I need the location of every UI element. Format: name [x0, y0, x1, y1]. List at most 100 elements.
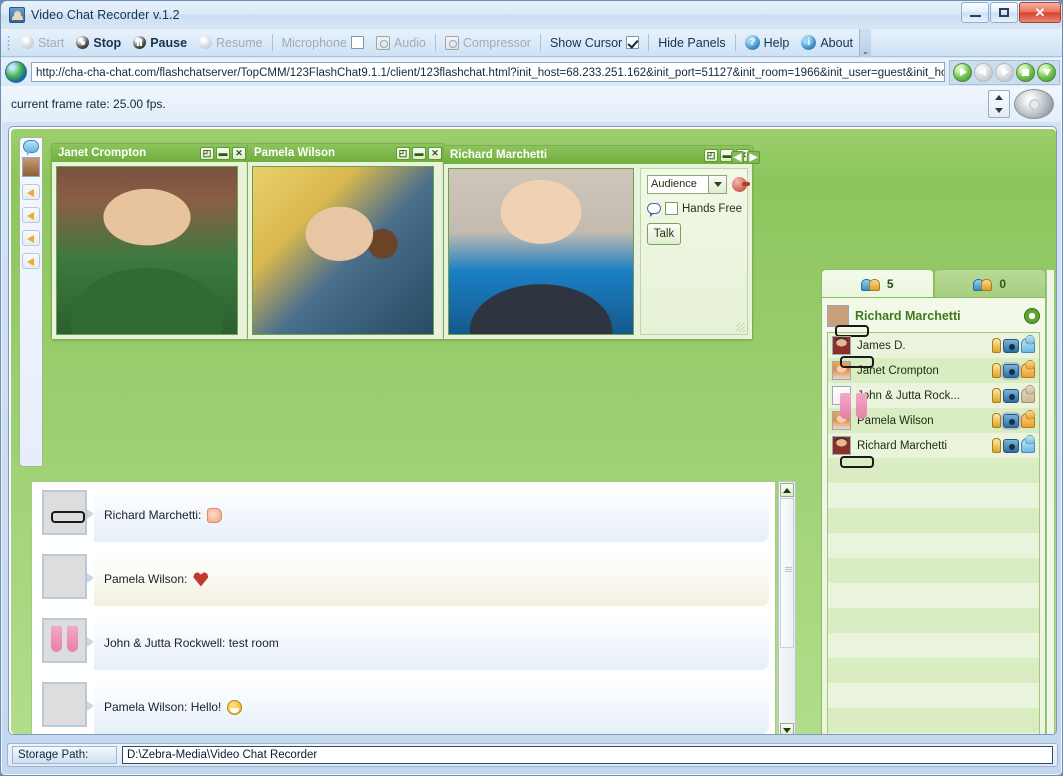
speaker-icon-1[interactable] — [22, 184, 40, 200]
scrollbar-thumb[interactable] — [780, 498, 794, 648]
user-avatar — [832, 436, 874, 468]
message-row: Pamela Wilson: — [32, 546, 775, 610]
microphone-icon[interactable] — [992, 438, 1001, 453]
user-list-item[interactable]: Richard Marchetti — [828, 433, 1039, 468]
compressor-button[interactable]: Compressor — [439, 32, 537, 54]
stepper-up-icon[interactable] — [995, 95, 1003, 100]
frame-rate-stepper[interactable] — [988, 90, 1010, 118]
chat-scrollbar[interactable] — [778, 481, 796, 734]
video-frame-3[interactable] — [448, 168, 634, 335]
close-button[interactable]: ✕ — [1019, 2, 1061, 23]
message-body: Pamela Wilson: — [94, 552, 769, 606]
lock-icon[interactable] — [732, 177, 750, 192]
app-right-scrollbar[interactable] — [1046, 269, 1055, 734]
video-feed-janet — [57, 167, 237, 334]
microphone-icon[interactable] — [992, 413, 1001, 428]
speaker-icon-4[interactable] — [22, 253, 40, 269]
mini-avatar[interactable] — [22, 157, 40, 177]
video-close-button[interactable]: ✕ — [232, 146, 246, 160]
resume-button[interactable]: Resume — [193, 32, 269, 54]
show-cursor-button[interactable]: Show Cursor — [544, 32, 645, 54]
speaker-icon-2[interactable] — [22, 207, 40, 223]
camera-icon[interactable] — [1003, 413, 1019, 428]
message-text: Pamela Wilson: — [104, 572, 188, 586]
current-user-avatar-small[interactable] — [827, 305, 869, 337]
video-window-richard: Richard Marchetti ◰ ▬ ✕ Audience — [443, 145, 760, 340]
stop-button[interactable]: Stop — [70, 32, 127, 54]
stepper-down-icon[interactable] — [995, 108, 1003, 113]
microphone-icon[interactable] — [992, 363, 1001, 378]
microphone-icon[interactable] — [992, 338, 1001, 353]
start-button[interactable]: Start — [15, 32, 70, 54]
user-list-empty-row — [828, 683, 1039, 708]
back-icon[interactable] — [974, 62, 993, 82]
user-name: Pamela Wilson — [857, 414, 934, 427]
microphone-button[interactable]: Microphone — [276, 32, 370, 54]
speaker-icon-3[interactable] — [22, 230, 40, 246]
video-minimize-button[interactable]: ▬ — [216, 146, 230, 160]
camera-icon[interactable] — [1003, 363, 1019, 378]
video-restore-button[interactable]: ◰ — [200, 146, 214, 160]
storage-path-input[interactable]: D:\Zebra-Media\Video Chat Recorder — [122, 746, 1053, 764]
hide-panels-button[interactable]: Hide Panels — [652, 32, 731, 54]
chevron-down-icon[interactable] — [709, 175, 727, 194]
stop-icon-nav[interactable] — [1016, 62, 1035, 82]
user-status-icon — [1021, 410, 1035, 428]
user-list-empty-row — [828, 583, 1039, 608]
maximize-button[interactable] — [990, 2, 1018, 23]
video-close-button-2[interactable]: ✕ — [428, 146, 442, 160]
help-button[interactable]: ? Help — [739, 32, 796, 54]
download-icon[interactable] — [1037, 62, 1056, 82]
video-prev-button[interactable]: ◀ — [731, 151, 744, 164]
user-list-item[interactable]: John & Jutta Rock... — [828, 383, 1039, 419]
toolbar-grip[interactable] — [7, 34, 10, 51]
hands-free-row[interactable]: Hands Free — [647, 202, 747, 217]
video-window-janet: Janet Crompton ◰ ▬ ✕ — [51, 143, 249, 340]
user-status-icon — [1021, 335, 1035, 353]
left-tool-strip — [19, 137, 43, 467]
talk-button[interactable]: Talk — [647, 223, 681, 245]
tab-users[interactable]: 5 — [821, 269, 934, 297]
minimize-button[interactable] — [961, 2, 989, 23]
tab-add-users[interactable]: 0 — [933, 269, 1046, 297]
info-icon: i — [801, 35, 817, 50]
about-button[interactable]: i About — [795, 32, 859, 54]
camera-icon[interactable] — [1003, 438, 1019, 453]
show-cursor-checkbox[interactable] — [626, 36, 640, 49]
video-next-button[interactable]: ▶ — [747, 151, 760, 164]
gear-icon[interactable] — [1024, 308, 1040, 324]
forward-icon[interactable] — [995, 62, 1014, 82]
pause-button[interactable]: Pause — [127, 32, 193, 54]
video-restore-button-3[interactable]: ◰ — [704, 148, 718, 162]
audience-select[interactable]: Audience — [647, 175, 750, 194]
video-strip: Janet Crompton ◰ ▬ ✕ Pamela Wilson ◰ ▬ ✕… — [43, 137, 760, 472]
microphone-checkbox[interactable] — [350, 36, 364, 49]
scroll-up-button[interactable] — [780, 483, 794, 497]
play-icon[interactable] — [953, 62, 972, 82]
video-frame-2[interactable] — [252, 166, 434, 335]
video-frame[interactable] — [56, 166, 238, 335]
message-body: Richard Marchetti: — [94, 488, 769, 542]
video-minimize-button-2[interactable]: ▬ — [412, 146, 426, 160]
app-window: Video Chat Recorder v.1.2 ✕ Start Stop P… — [0, 0, 1063, 776]
video-window-pamela: Pamela Wilson ◰ ▬ ✕ — [247, 143, 445, 340]
user-list-empty-row — [828, 533, 1039, 558]
avatar — [42, 618, 87, 663]
video-restore-button-2[interactable]: ◰ — [396, 146, 410, 160]
hands-free-checkbox[interactable] — [665, 202, 678, 215]
toolbar-overflow-button[interactable]: ⌄ — [859, 28, 872, 57]
resize-grip-icon[interactable] — [736, 323, 745, 332]
window-controls: ✕ — [961, 2, 1061, 23]
user-list-empty-row — [828, 708, 1039, 733]
camera-icon[interactable] — [1003, 338, 1019, 353]
audio-button[interactable]: Audio — [370, 32, 432, 54]
compressor-icon — [444, 35, 459, 50]
user-status-icon — [1021, 385, 1035, 403]
record-icon — [21, 36, 34, 49]
user-list-empty-row — [828, 508, 1039, 533]
camera-icon[interactable] — [1003, 388, 1019, 403]
scroll-down-button[interactable] — [780, 723, 794, 734]
url-input[interactable]: http://cha-cha-chat.com/flashchatserver/… — [31, 62, 945, 82]
chat-bubble-icon[interactable] — [23, 140, 39, 156]
microphone-icon[interactable] — [992, 388, 1001, 403]
